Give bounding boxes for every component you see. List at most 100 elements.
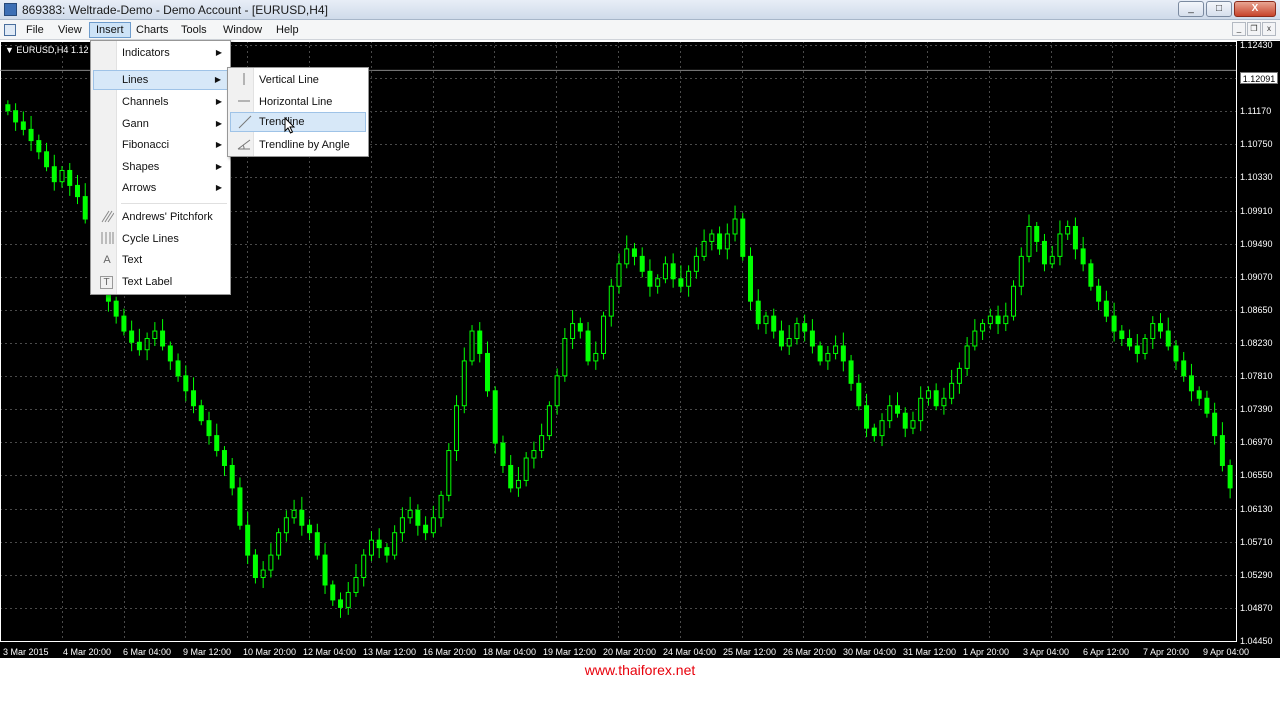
- candlestick: [941, 387, 947, 415]
- candlestick: [949, 369, 955, 405]
- candlestick: [717, 226, 723, 255]
- time-axis-label: 6 Mar 04:00: [123, 647, 172, 657]
- candlestick: [647, 259, 653, 297]
- insert-menu: Indicators ▶ Lines ▶ Channels ▶ Gann ▶ Fibon…: [90, 40, 231, 295]
- candlestick: [709, 229, 715, 251]
- candlestick: [1096, 278, 1102, 311]
- candlestick: [183, 365, 189, 402]
- candlestick: [1173, 340, 1179, 370]
- candlestick: [121, 308, 127, 336]
- menu-help[interactable]: Help: [270, 22, 305, 38]
- candlestick: [152, 322, 158, 346]
- price-axis-label: 1.09070: [1240, 272, 1273, 282]
- insert-channels[interactable]: Channels ▶: [93, 92, 228, 112]
- candlestick: [686, 265, 692, 297]
- insert-lines[interactable]: Lines ▶: [93, 70, 228, 90]
- insert-cycle-lines[interactable]: Cycle Lines: [93, 229, 228, 249]
- close-button[interactable]: X: [1234, 1, 1276, 17]
- chart-close-button[interactable]: x: [1262, 22, 1276, 36]
- candlestick: [1158, 313, 1164, 339]
- chart-window-icon[interactable]: [4, 24, 16, 36]
- menu-tools[interactable]: Tools: [175, 22, 213, 38]
- insert-shapes[interactable]: Shapes ▶: [93, 157, 228, 177]
- lines-trendline-by-angle[interactable]: Trendline by Angle: [230, 135, 366, 155]
- candlestick: [237, 477, 243, 530]
- candlestick: [291, 499, 297, 524]
- candlestick: [1150, 316, 1156, 349]
- menu-window[interactable]: Window: [217, 22, 268, 38]
- insert-arrows[interactable]: Arrows ▶: [93, 178, 228, 198]
- trendline-angle-icon: [236, 137, 252, 153]
- candlestick: [430, 505, 436, 538]
- candlestick: [817, 341, 823, 366]
- price-axis-label: 1.10330: [1240, 172, 1273, 182]
- time-axis-label: 19 Mar 12:00: [543, 647, 597, 657]
- chart-symbol-label: ▼ EURUSD,H4 1.12: [5, 45, 89, 55]
- symbol-arrow-icon: ▼: [5, 45, 17, 55]
- candlestick: [964, 337, 970, 376]
- insert-andrews-pitchfork[interactable]: Andrews' Pitchfork: [93, 207, 228, 227]
- candlestick: [848, 354, 854, 391]
- vertical-line-icon: [236, 72, 252, 88]
- submenu-arrow-icon: ▶: [215, 183, 222, 192]
- insert-text-label[interactable]: T Text Label: [93, 272, 228, 292]
- lines-trendline[interactable]: Trendline: [230, 112, 366, 132]
- chart-restore-button[interactable]: ❐: [1247, 22, 1261, 36]
- cycle-lines-icon: [99, 231, 115, 247]
- minimize-button[interactable]: _: [1178, 1, 1204, 17]
- mouse-cursor-icon: [284, 117, 296, 134]
- time-axis-label: 4 Mar 20:00: [63, 647, 112, 657]
- candlestick: [384, 543, 390, 563]
- candlestick: [44, 142, 50, 172]
- candlestick: [5, 100, 11, 116]
- lines-vertical-line[interactable]: Vertical Line: [230, 70, 366, 90]
- candlestick: [670, 253, 676, 288]
- menu-view[interactable]: View: [52, 22, 88, 38]
- candlestick: [129, 320, 135, 352]
- price-axis-label: 1.07390: [1240, 404, 1273, 414]
- candlestick: [1041, 233, 1047, 272]
- candlestick: [693, 247, 699, 279]
- menu-charts[interactable]: Charts: [130, 22, 174, 38]
- time-axis-label: 24 Mar 04:00: [663, 647, 717, 657]
- candlestick: [809, 319, 815, 354]
- menu-file[interactable]: File: [20, 22, 50, 38]
- time-axis-label: 9 Mar 12:00: [183, 647, 232, 657]
- time-axis-label: 3 Mar 2015: [3, 647, 49, 657]
- candlestick: [307, 519, 313, 541]
- candlestick: [1196, 386, 1202, 406]
- candlestick: [972, 319, 978, 351]
- candlestick: [283, 510, 289, 542]
- candlestick: [314, 523, 320, 560]
- candlestick: [601, 311, 607, 360]
- submenu-arrow-icon: ▶: [215, 48, 222, 57]
- candlestick: [492, 386, 498, 454]
- insert-fibonacci[interactable]: Fibonacci ▶: [93, 135, 228, 155]
- candlestick: [531, 441, 537, 469]
- candlestick: [268, 543, 274, 578]
- price-axis-label: 1.06970: [1240, 437, 1273, 447]
- chart-minimize-button[interactable]: _: [1232, 22, 1246, 36]
- menu-insert[interactable]: Insert: [89, 22, 131, 38]
- candlestick: [214, 423, 220, 457]
- insert-indicators[interactable]: Indicators ▶: [93, 43, 228, 63]
- candlestick: [856, 374, 862, 411]
- maximize-button[interactable]: □: [1206, 1, 1232, 17]
- insert-text[interactable]: A Text: [93, 250, 228, 270]
- window-controls: _ □ X: [1178, 1, 1276, 17]
- candlestick: [980, 319, 986, 341]
- candlestick: [1204, 390, 1210, 418]
- candlestick: [585, 322, 591, 366]
- candlestick: [454, 395, 460, 462]
- insert-gann[interactable]: Gann ▶: [93, 114, 228, 134]
- candlestick: [392, 525, 398, 560]
- candlestick: [539, 423, 545, 459]
- candlestick: [136, 328, 142, 356]
- candlestick: [616, 253, 622, 294]
- candlestick: [438, 490, 444, 527]
- candlestick: [825, 345, 831, 370]
- candlestick: [1018, 247, 1024, 296]
- candlestick: [260, 561, 266, 588]
- submenu-arrow-icon: ▶: [215, 97, 222, 106]
- lines-horizontal-line[interactable]: Horizontal Line: [230, 92, 366, 112]
